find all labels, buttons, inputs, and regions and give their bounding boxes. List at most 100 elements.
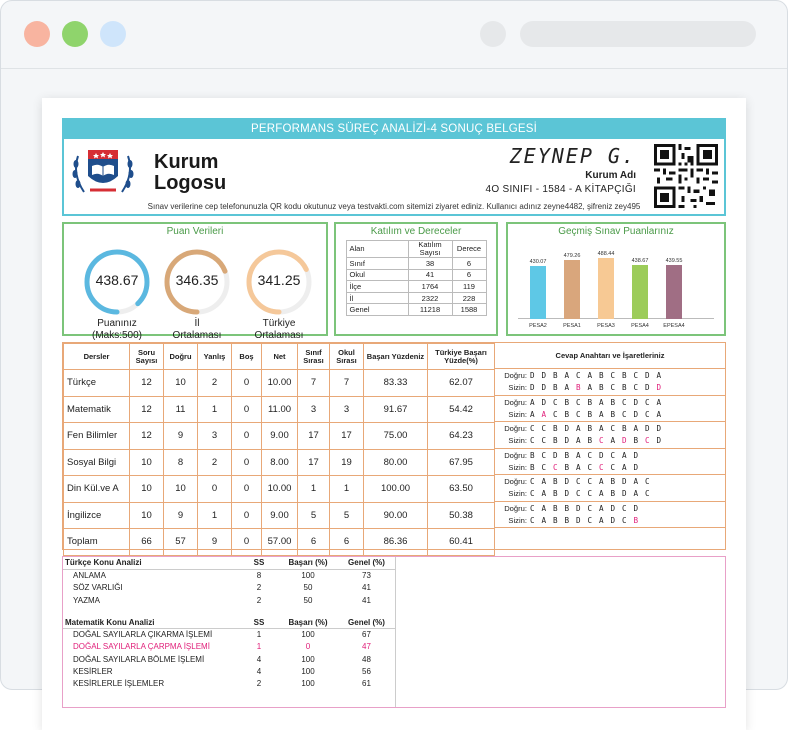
subject-name: Fen Bilimler — [63, 422, 130, 450]
answer-key-title: Cevap Anahtarı ve İşaretleriniz — [494, 343, 726, 369]
history-panel-title: Geçmiş Sınav Puanlarınız — [558, 226, 674, 237]
address-bar[interactable] — [520, 21, 756, 47]
results-cell: 12 — [129, 422, 164, 450]
results-cell: 66 — [129, 528, 164, 556]
answer-letter: C — [610, 450, 616, 460]
answer-letter: A — [576, 462, 581, 472]
maximize-window-button[interactable] — [100, 21, 126, 47]
topic-cell: 4 — [256, 667, 262, 677]
qr-info-text: Sınav verilerine cep telefonunuzla QR ko… — [147, 202, 641, 211]
answer-letter: D — [564, 477, 570, 486]
chart-baseline — [518, 318, 714, 319]
topic-cell: 50 — [303, 583, 313, 593]
answer-letter: C — [622, 515, 627, 525]
topic-cell: 2 — [256, 583, 262, 593]
results-cell: 7 — [297, 369, 330, 397]
topic-row: KESİRLER 4 100 56 — [63, 665, 396, 677]
participation-cell: 6 — [451, 268, 487, 282]
answer-letter: C — [530, 515, 535, 525]
answer-letter: D — [656, 436, 662, 445]
gauge-sublabel: Ortalaması — [254, 330, 304, 341]
topic-cell: 100 — [301, 571, 315, 581]
answer-letter: D — [530, 371, 535, 380]
results-cell: 1 — [197, 395, 232, 423]
results-cell: 86.36 — [363, 528, 428, 556]
results-cell: 12 — [129, 395, 164, 423]
answer-letter: B — [576, 383, 581, 392]
gauge-value: 341.25 — [257, 272, 301, 288]
results-cell: 1 — [329, 475, 364, 503]
answer-letter: C — [633, 371, 639, 380]
topic-cell: SÖZ VARLIĞI — [73, 583, 123, 593]
topic-cell: 50 — [303, 595, 313, 605]
score-panel-title: Puan Verileri — [166, 226, 224, 237]
results-cell: 9 — [163, 501, 198, 529]
answer-letter: B — [564, 462, 570, 472]
answer-letter: D — [633, 503, 639, 513]
results-row: Türkçe 12 10 2 0 10.00 7 7 83.33 62.07 — [63, 369, 495, 397]
answer-letter: B — [553, 436, 558, 445]
results-cell: 91.67 — [363, 395, 428, 423]
topic-cell: 100 — [301, 654, 315, 664]
qr-code-icon[interactable] — [654, 144, 718, 208]
answer-letter: A — [541, 477, 547, 486]
participation-row: İl 2322 228 — [345, 291, 487, 305]
topic-row: KESİRLERLE İŞLEMLER 2 100 61 — [63, 678, 396, 690]
answer-letter: A — [599, 424, 604, 433]
topic-header-cell: Genel (%) — [337, 616, 396, 629]
answer-letter: B — [633, 436, 639, 445]
results-cell: 50.38 — [427, 501, 495, 529]
answer-letter: A — [541, 503, 547, 513]
topic-header-cell: Türkçe Konu Analizi — [63, 557, 239, 570]
results-cell: 6 — [297, 528, 330, 556]
history-bar — [632, 264, 648, 319]
results-cell: 1 — [197, 501, 232, 529]
participation-cell: 6 — [451, 257, 487, 270]
results-header-cell: Başarı Yüzdeniz — [363, 343, 428, 370]
history-chart: 430.07 PESA2 479.26 PESA1 488.44 PESA3 438.67 P… — [508, 237, 724, 333]
minimize-window-button[interactable] — [62, 21, 88, 47]
answer-letter: A — [541, 489, 547, 498]
participation-header-cell: Derece — [451, 240, 487, 258]
answer-key: Cevap Anahtarı ve İşaretleriniz Doğru: D D… — [494, 343, 726, 528]
answer-letter: B — [564, 450, 570, 460]
answer-letter: C — [622, 397, 627, 407]
answer-letter: D — [541, 371, 547, 380]
results-header-cell: Doğru — [163, 343, 198, 370]
results-cell: 83.33 — [363, 369, 428, 397]
topic-cell: 2 — [256, 595, 262, 605]
answer-letter: B — [610, 397, 616, 407]
answer-letter: C — [576, 477, 581, 486]
close-window-button[interactable] — [24, 21, 50, 47]
gauge-label: Türkiye — [262, 318, 296, 329]
topic-row: ANLAMA 8 100 73 — [63, 569, 396, 581]
answer-letter: C — [541, 450, 547, 460]
answer-row-label: Doğru: — [504, 477, 527, 486]
topic-cell: 100 — [301, 679, 315, 689]
results-header-cell: Okul Sırası — [329, 343, 364, 370]
topic-cell: 41 — [362, 595, 371, 605]
answer-letter: B — [553, 383, 558, 392]
report-title: PERFORMANS SÜREÇ ANALİZİ-4 SONUÇ BELGESİ — [64, 120, 724, 139]
results-cell: 10.00 — [261, 369, 298, 397]
answer-letter: B — [564, 409, 570, 419]
results-row: Matematik 12 11 1 0 11.00 3 3 91.67 54.42 — [63, 395, 495, 423]
history-bar-label: EPESA4 — [663, 323, 685, 329]
answer-letter: B — [622, 424, 627, 433]
your-answers-row: Sizin: C A B D C C A B D A C — [498, 488, 726, 500]
history-bar-value: 430.07 — [529, 258, 547, 265]
results-cell: 2 — [197, 369, 232, 397]
answer-letter: A — [656, 371, 662, 380]
answer-letter: C — [541, 424, 547, 433]
participation-cell: Sınıf — [345, 257, 409, 270]
results-cell: 57 — [163, 528, 198, 556]
results-row: Sosyal Bilgi 10 8 2 0 8.00 17 19 80.00 67.95 — [63, 448, 495, 476]
topic-cell: DOĞAL SAYILARLA BÖLME İŞLEMİ — [73, 654, 205, 664]
results-row: Fen Bilimler 12 9 3 0 9.00 17 17 75.00 64.23 — [63, 422, 495, 450]
answer-letter: C — [622, 409, 627, 419]
subject-name: Din Kül.ve A — [63, 475, 130, 503]
answer-letter: B — [564, 503, 570, 513]
topic-cell: YAZMA — [73, 595, 100, 605]
topic-header-row: Matematik Konu Analizi SS Başarı (%) Genel … — [63, 616, 396, 629]
participation-cell: İl — [345, 291, 409, 305]
